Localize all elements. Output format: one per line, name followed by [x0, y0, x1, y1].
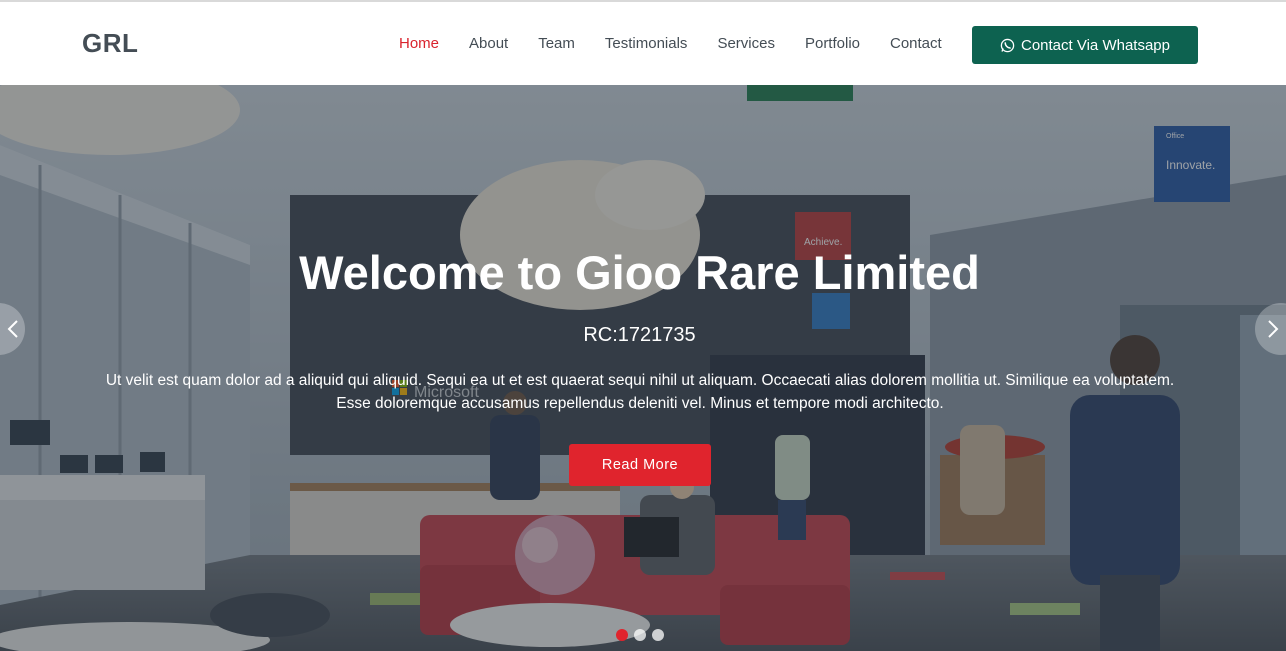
whatsapp-button-label: Contact Via Whatsapp: [1021, 36, 1170, 54]
whatsapp-icon: [1000, 38, 1015, 52]
hero-title: Welcome to Gioo Rare Limited: [299, 246, 980, 299]
site-header: GRL Home About Team Testimonials Service…: [0, 0, 1286, 85]
carousel-indicator-2[interactable]: [634, 629, 646, 641]
hero-registration-number: RC:1721735: [583, 324, 696, 346]
chevron-right-icon: [1268, 320, 1279, 338]
main-nav: Home About Team Testimonials Services Po…: [399, 35, 972, 52]
nav-home[interactable]: Home: [399, 35, 439, 52]
contact-whatsapp-button[interactable]: Contact Via Whatsapp: [972, 26, 1198, 64]
site-logo[interactable]: GRL: [82, 28, 138, 59]
hero-description-line-1: Ut velit est quam dolor ad a aliquid qui…: [105, 372, 1175, 389]
nav-about[interactable]: About: [469, 35, 508, 52]
nav-portfolio[interactable]: Portfolio: [805, 35, 860, 52]
carousel-indicators: [616, 629, 670, 641]
carousel-indicator-3[interactable]: [652, 629, 664, 641]
hero-description-line-2: Esse doloremque accusamus repellendus de…: [336, 395, 944, 412]
hero-overlay: [0, 85, 1286, 651]
hero-carousel: Innovate. Achieve. Office Microsoft Welc…: [0, 85, 1286, 651]
hero-description: Ut velit est quam dolor ad a aliquid qui…: [80, 369, 1200, 415]
read-more-button[interactable]: Read More: [569, 444, 711, 486]
nav-testimonials[interactable]: Testimonials: [605, 35, 688, 52]
nav-team[interactable]: Team: [538, 35, 575, 52]
carousel-indicator-1[interactable]: [616, 629, 628, 641]
nav-contact[interactable]: Contact: [890, 35, 942, 52]
nav-services[interactable]: Services: [717, 35, 775, 52]
chevron-left-icon: [7, 320, 18, 338]
